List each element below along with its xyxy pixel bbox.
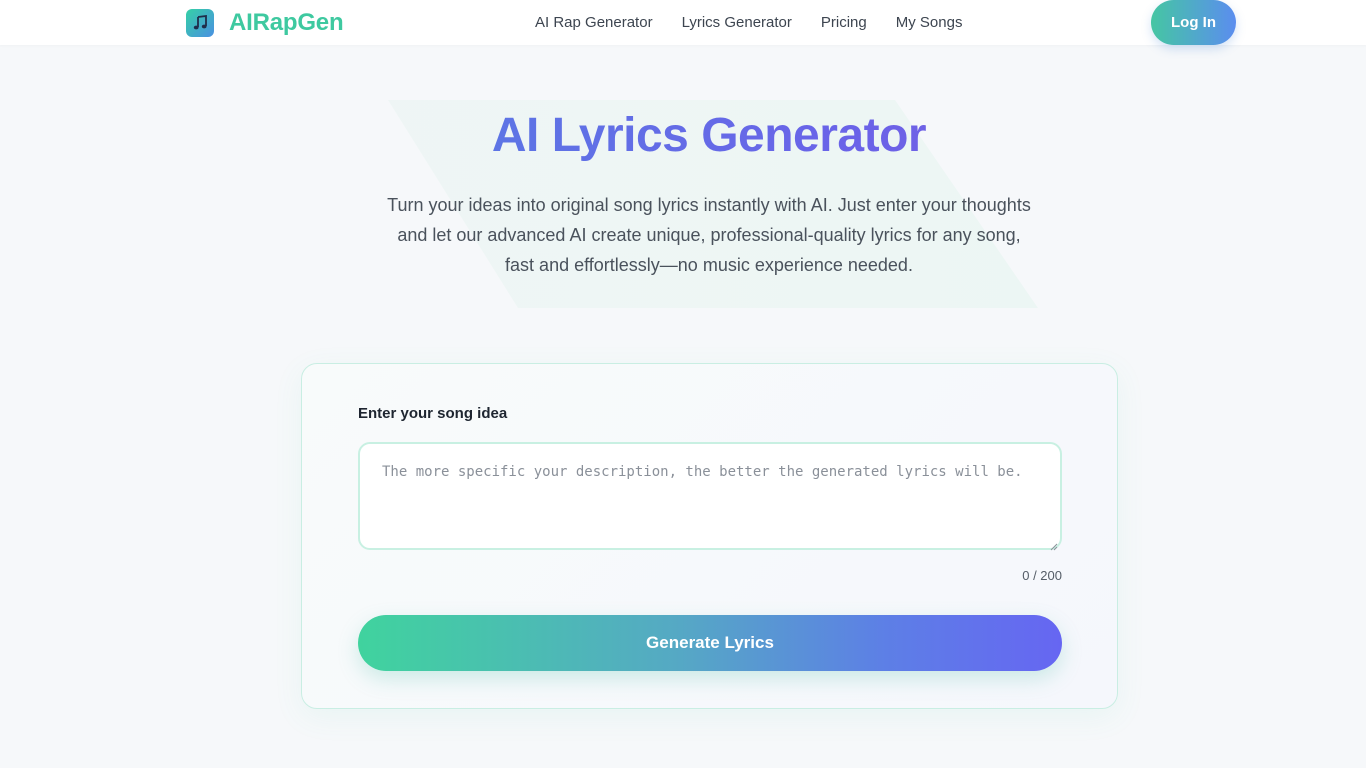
character-counter: 0 / 200 [1022,568,1062,583]
page-subtitle: Turn your ideas into original song lyric… [387,195,1031,275]
song-idea-label: Enter your song idea [358,405,508,422]
song-idea-input[interactable] [358,442,1062,550]
nav-my-songs[interactable]: My Songs [896,14,963,31]
music-note-icon [186,8,214,37]
nav-lyrics-generator[interactable]: Lyrics Generator [682,14,792,31]
page-title: AI Lyrics Generator [0,108,1366,163]
nav-pricing[interactable]: Pricing [821,14,867,31]
nav-ai-rap-generator[interactable]: AI Rap Generator [535,14,653,31]
login-button[interactable]: Log In [1151,0,1236,45]
logo-text: AIRapGen [229,8,344,36]
main-nav: AI Rap Generator Lyrics Generator Pricin… [535,0,962,45]
lyrics-form-card: Enter your song idea 0 / 200 Generate Ly… [301,363,1118,709]
generate-lyrics-button[interactable]: Generate Lyrics [358,615,1062,671]
logo-link[interactable]: AIRapGen [186,8,344,37]
resize-grip-icon[interactable] [1050,538,1058,551]
top-header: AIRapGen AI Rap Generator Lyrics Generat… [0,0,1366,45]
